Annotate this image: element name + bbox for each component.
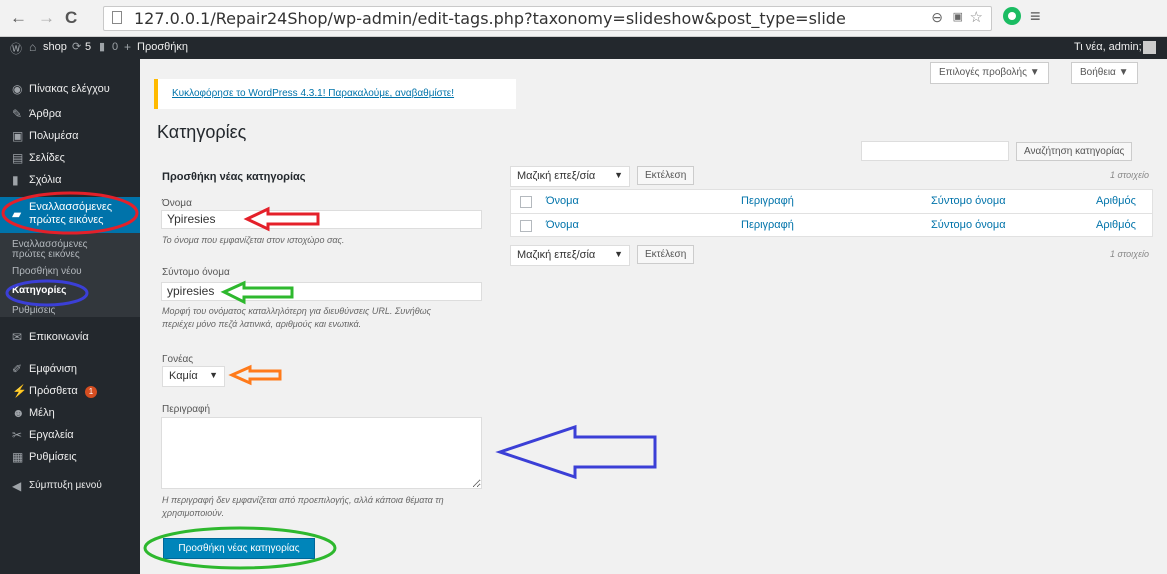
red-circle-annotation [1,191,139,235]
green-circle-annotation [143,526,337,570]
blue-arrow-annotation [495,424,657,480]
green-arrow-annotation [220,280,294,305]
annotation-overlay [1,191,657,570]
orange-arrow-annotation [228,364,282,386]
blue-circle-annotation [5,279,89,307]
red-arrow-annotation [243,206,320,232]
